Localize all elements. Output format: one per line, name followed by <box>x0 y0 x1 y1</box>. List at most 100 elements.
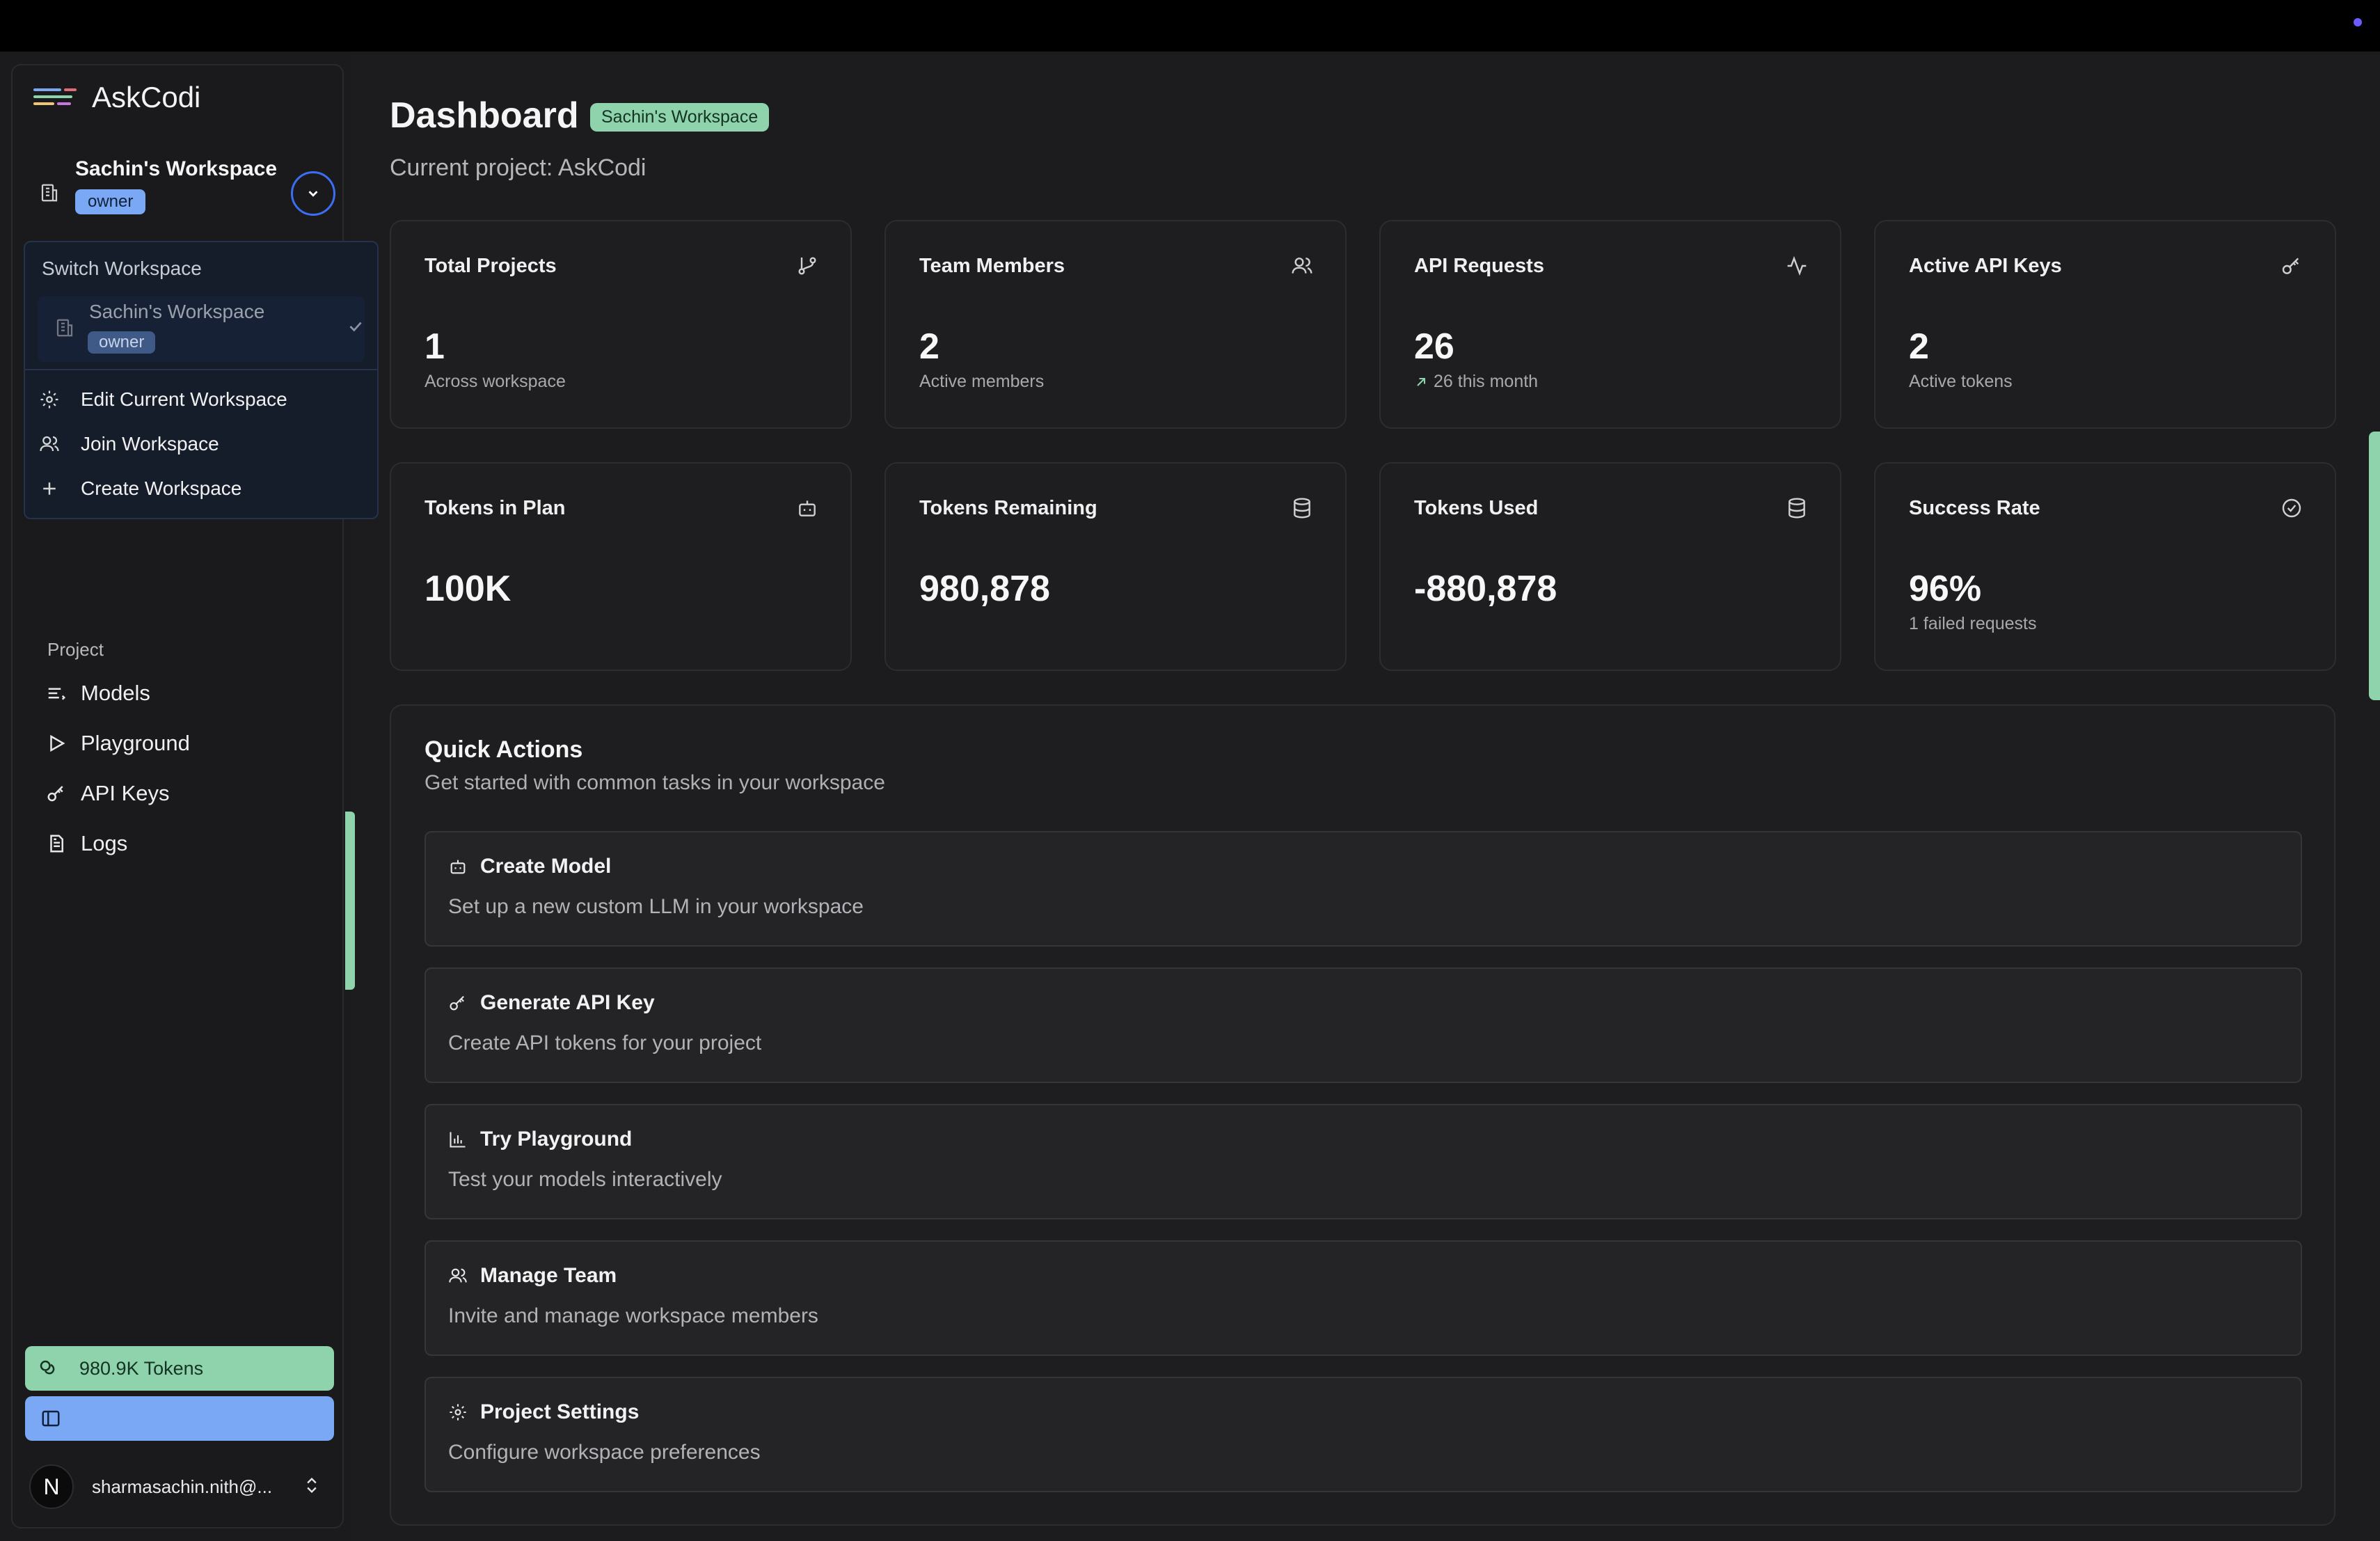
sidebar-item-api-keys[interactable]: API Keys <box>46 781 170 806</box>
quick-action-title: Manage Team <box>480 1264 617 1287</box>
stat-subtext: 1 failed requests <box>1909 614 2037 633</box>
menu-workspace-item[interactable]: Sachin's Workspace owner <box>38 297 365 362</box>
sidebar-item-models[interactable]: Models <box>46 681 150 706</box>
database-icon <box>1294 498 1310 519</box>
quick-action-manage-team[interactable]: Manage Team Invite and manage workspace … <box>425 1240 2302 1356</box>
edit-workspace-item[interactable]: Edit Current Workspace <box>39 388 287 411</box>
workspace-menu: Switch Workspace Sachin's Workspace owne… <box>24 241 379 519</box>
quick-action-generate-api-key[interactable]: Generate API Key Create API tokens for y… <box>425 967 2302 1083</box>
key-icon <box>47 786 63 802</box>
gear-icon <box>40 390 58 409</box>
stat-value: 26 <box>1414 326 1454 367</box>
quick-action-project-settings[interactable]: Project Settings Configure workspace pre… <box>425 1377 2302 1492</box>
sidebar-item-label: Models <box>81 681 150 705</box>
chevron-up-down-icon <box>307 1478 317 1493</box>
stat-subtext: Active tokens <box>1909 372 2013 391</box>
decorative-glow-side <box>345 812 355 990</box>
sidebar-panel-icon <box>42 1410 60 1427</box>
workspace-badge: Sachin's Workspace <box>590 103 770 132</box>
stat-label: Tokens Used <box>1414 497 1539 519</box>
menu-item-label: Create Workspace <box>81 477 242 499</box>
building-icon <box>56 319 73 337</box>
join-workspace-item[interactable]: Join Workspace <box>39 433 219 455</box>
trend-up-icon <box>1417 377 1426 386</box>
key-icon <box>450 995 464 1011</box>
tokens-balance-button[interactable]: 980.9K Tokens <box>25 1346 334 1391</box>
menu-item-label: Join Workspace <box>81 433 219 455</box>
stat-subtext: 26 this month <box>1434 372 1539 391</box>
current-project: Current project: AskCodi <box>390 155 646 181</box>
workspace-dropdown-toggle[interactable] <box>291 171 335 216</box>
database-icon <box>1788 498 1805 519</box>
app-logo[interactable]: AskCodi <box>33 81 200 114</box>
stat-label: Team Members <box>919 255 1065 277</box>
sidebar-item-logs[interactable]: Logs <box>46 831 127 856</box>
quick-action-desc: Test your models interactively <box>448 1168 722 1191</box>
stat-label: Total Projects <box>425 255 557 277</box>
users-icon <box>1292 258 1312 274</box>
stat-value: 100K <box>425 569 511 609</box>
role-badge: owner <box>75 189 146 214</box>
coins-icon <box>40 1360 55 1375</box>
role-badge: owner <box>88 331 156 354</box>
sidebar-item-label: Logs <box>81 831 128 855</box>
users-icon <box>40 436 59 452</box>
gear-icon <box>450 1404 466 1421</box>
section-label-project: Project <box>47 639 104 660</box>
quick-actions-subtitle: Get started with common tasks in your wo… <box>425 771 885 794</box>
stat-value: -880,878 <box>1414 569 1557 609</box>
stat-card-tokens-remaining: Tokens Remaining 980,878 <box>884 462 1347 671</box>
workspace-name: Sachin's Workspace <box>75 157 278 180</box>
menu-divider <box>25 369 377 370</box>
branch-icon <box>798 257 816 275</box>
check-circle-icon <box>2282 498 2301 518</box>
sidebar-item-label: Playground <box>81 731 190 755</box>
quick-action-desc: Invite and manage workspace members <box>448 1304 818 1327</box>
file-icon <box>50 835 63 853</box>
quick-action-desc: Create API tokens for your project <box>448 1032 762 1054</box>
play-icon <box>50 734 65 752</box>
quick-action-title: Generate API Key <box>480 991 655 1014</box>
quick-action-title: Try Playground <box>480 1128 633 1151</box>
stat-card-team-members: Team Members 2 Active members <box>884 220 1347 429</box>
stat-label: Tokens in Plan <box>425 497 566 519</box>
toggle-sidebar-button[interactable] <box>25 1396 334 1441</box>
stat-label: Active API Keys <box>1909 255 2062 277</box>
page-title: Dashboard <box>390 95 579 136</box>
top-bar <box>0 0 2380 52</box>
stat-value: 2 <box>919 326 939 367</box>
menu-title: Switch Workspace <box>42 258 202 279</box>
quick-action-title: Project Settings <box>480 1400 640 1423</box>
create-workspace-item[interactable]: Create Workspace <box>39 477 241 500</box>
stat-label: Tokens Remaining <box>919 497 1097 519</box>
menu-workspace-name: Sachin's Workspace <box>89 301 265 322</box>
menu-item-label: Edit Current Workspace <box>81 388 287 410</box>
stat-card-active-api-keys: Active API Keys 2 Active tokens <box>1874 220 2336 429</box>
quick-actions-panel: Quick Actions Get started with common ta… <box>390 704 2335 1526</box>
stat-card-tokens-used: Tokens Used -880,878 <box>1379 462 1841 671</box>
activity-icon <box>1787 255 1807 276</box>
quick-action-desc: Configure workspace preferences <box>448 1441 761 1464</box>
users-icon <box>449 1268 467 1283</box>
stat-value: 1 <box>425 326 445 367</box>
key-icon <box>2282 258 2299 274</box>
app-name: AskCodi <box>92 81 201 113</box>
building-icon <box>39 182 60 203</box>
user-email: sharmasachin.nith@... <box>92 1476 273 1497</box>
quick-action-try-playground[interactable]: Try Playground Test your models interact… <box>425 1104 2302 1219</box>
plus-icon <box>43 482 56 495</box>
stat-card-tokens-in-plan: Tokens in Plan 100K <box>390 462 852 671</box>
sidebar-item-playground[interactable]: Playground <box>46 731 190 756</box>
workspace-switcher[interactable]: Sachin's Workspace owner <box>39 155 338 221</box>
quick-action-create-model[interactable]: Create Model Set up a new custom LLM in … <box>425 831 2302 947</box>
stat-card-total-projects: Total Projects 1 Across workspace <box>390 220 852 429</box>
bar-chart-icon <box>450 1132 466 1148</box>
sidebar-item-label: API Keys <box>81 781 170 805</box>
stat-value: 96% <box>1909 569 1982 609</box>
bot-icon <box>799 500 816 516</box>
tokens-label: 980.9K Tokens <box>79 1357 204 1379</box>
stat-value: 2 <box>1909 326 1929 367</box>
avatar: N <box>29 1464 74 1509</box>
user-menu[interactable]: N sharmasachin.nith@... <box>29 1464 328 1509</box>
stat-card-api-requests: API Requests 26 26 this month <box>1379 220 1841 429</box>
